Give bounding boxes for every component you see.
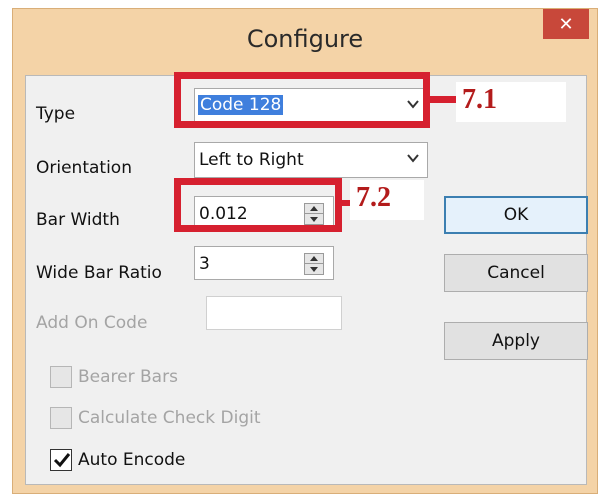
- bearer-bars-label: Bearer Bars: [78, 367, 178, 387]
- title-bar[interactable]: Configure ✕: [13, 9, 597, 79]
- add-on-code-input[interactable]: [206, 296, 342, 330]
- auto-encode-checkbox[interactable]: [50, 449, 72, 471]
- add-on-code-label: Add On Code: [36, 313, 148, 333]
- annotation-highlight-7-1: [174, 72, 430, 128]
- annotation-label-7-2: 7.2: [356, 182, 391, 213]
- dialog-client-area: Type Code 128 Orientation Left to Right …: [25, 75, 588, 485]
- annotation-label-7-1: 7.1: [462, 84, 497, 115]
- wide-bar-ratio-spinner[interactable]: 3: [194, 246, 334, 280]
- annotation-highlight-7-2: [174, 178, 342, 232]
- chevron-down-icon: [407, 154, 419, 163]
- ok-button[interactable]: OK: [444, 196, 588, 234]
- cancel-button[interactable]: Cancel: [444, 254, 588, 292]
- checkmark-icon: [53, 453, 71, 468]
- spin-up-button[interactable]: [305, 254, 323, 264]
- wide-bar-ratio-label: Wide Bar Ratio: [36, 263, 162, 283]
- wide-bar-ratio-value: 3: [199, 254, 210, 274]
- screenshot: Configure ✕ Type Code 128 Orientation Le…: [0, 0, 604, 501]
- calculate-check-digit-label: Calculate Check Digit: [78, 408, 261, 428]
- bar-width-label: Bar Width: [36, 210, 120, 230]
- dialog-title: Configure: [246, 25, 364, 53]
- auto-encode-label: Auto Encode: [78, 450, 186, 470]
- apply-button[interactable]: Apply: [444, 322, 588, 360]
- close-icon: ✕: [558, 13, 574, 35]
- calculate-check-digit-checkbox[interactable]: [50, 407, 72, 429]
- orientation-dropdown[interactable]: Left to Right: [194, 142, 428, 178]
- type-label: Type: [36, 104, 76, 124]
- orientation-label: Orientation: [36, 158, 132, 178]
- orientation-dropdown-value: Left to Right: [199, 150, 304, 170]
- spinner-arrows-icon[interactable]: [304, 253, 324, 275]
- close-button[interactable]: ✕: [543, 9, 589, 39]
- spin-down-button[interactable]: [305, 264, 323, 274]
- bearer-bars-checkbox[interactable]: [50, 366, 72, 388]
